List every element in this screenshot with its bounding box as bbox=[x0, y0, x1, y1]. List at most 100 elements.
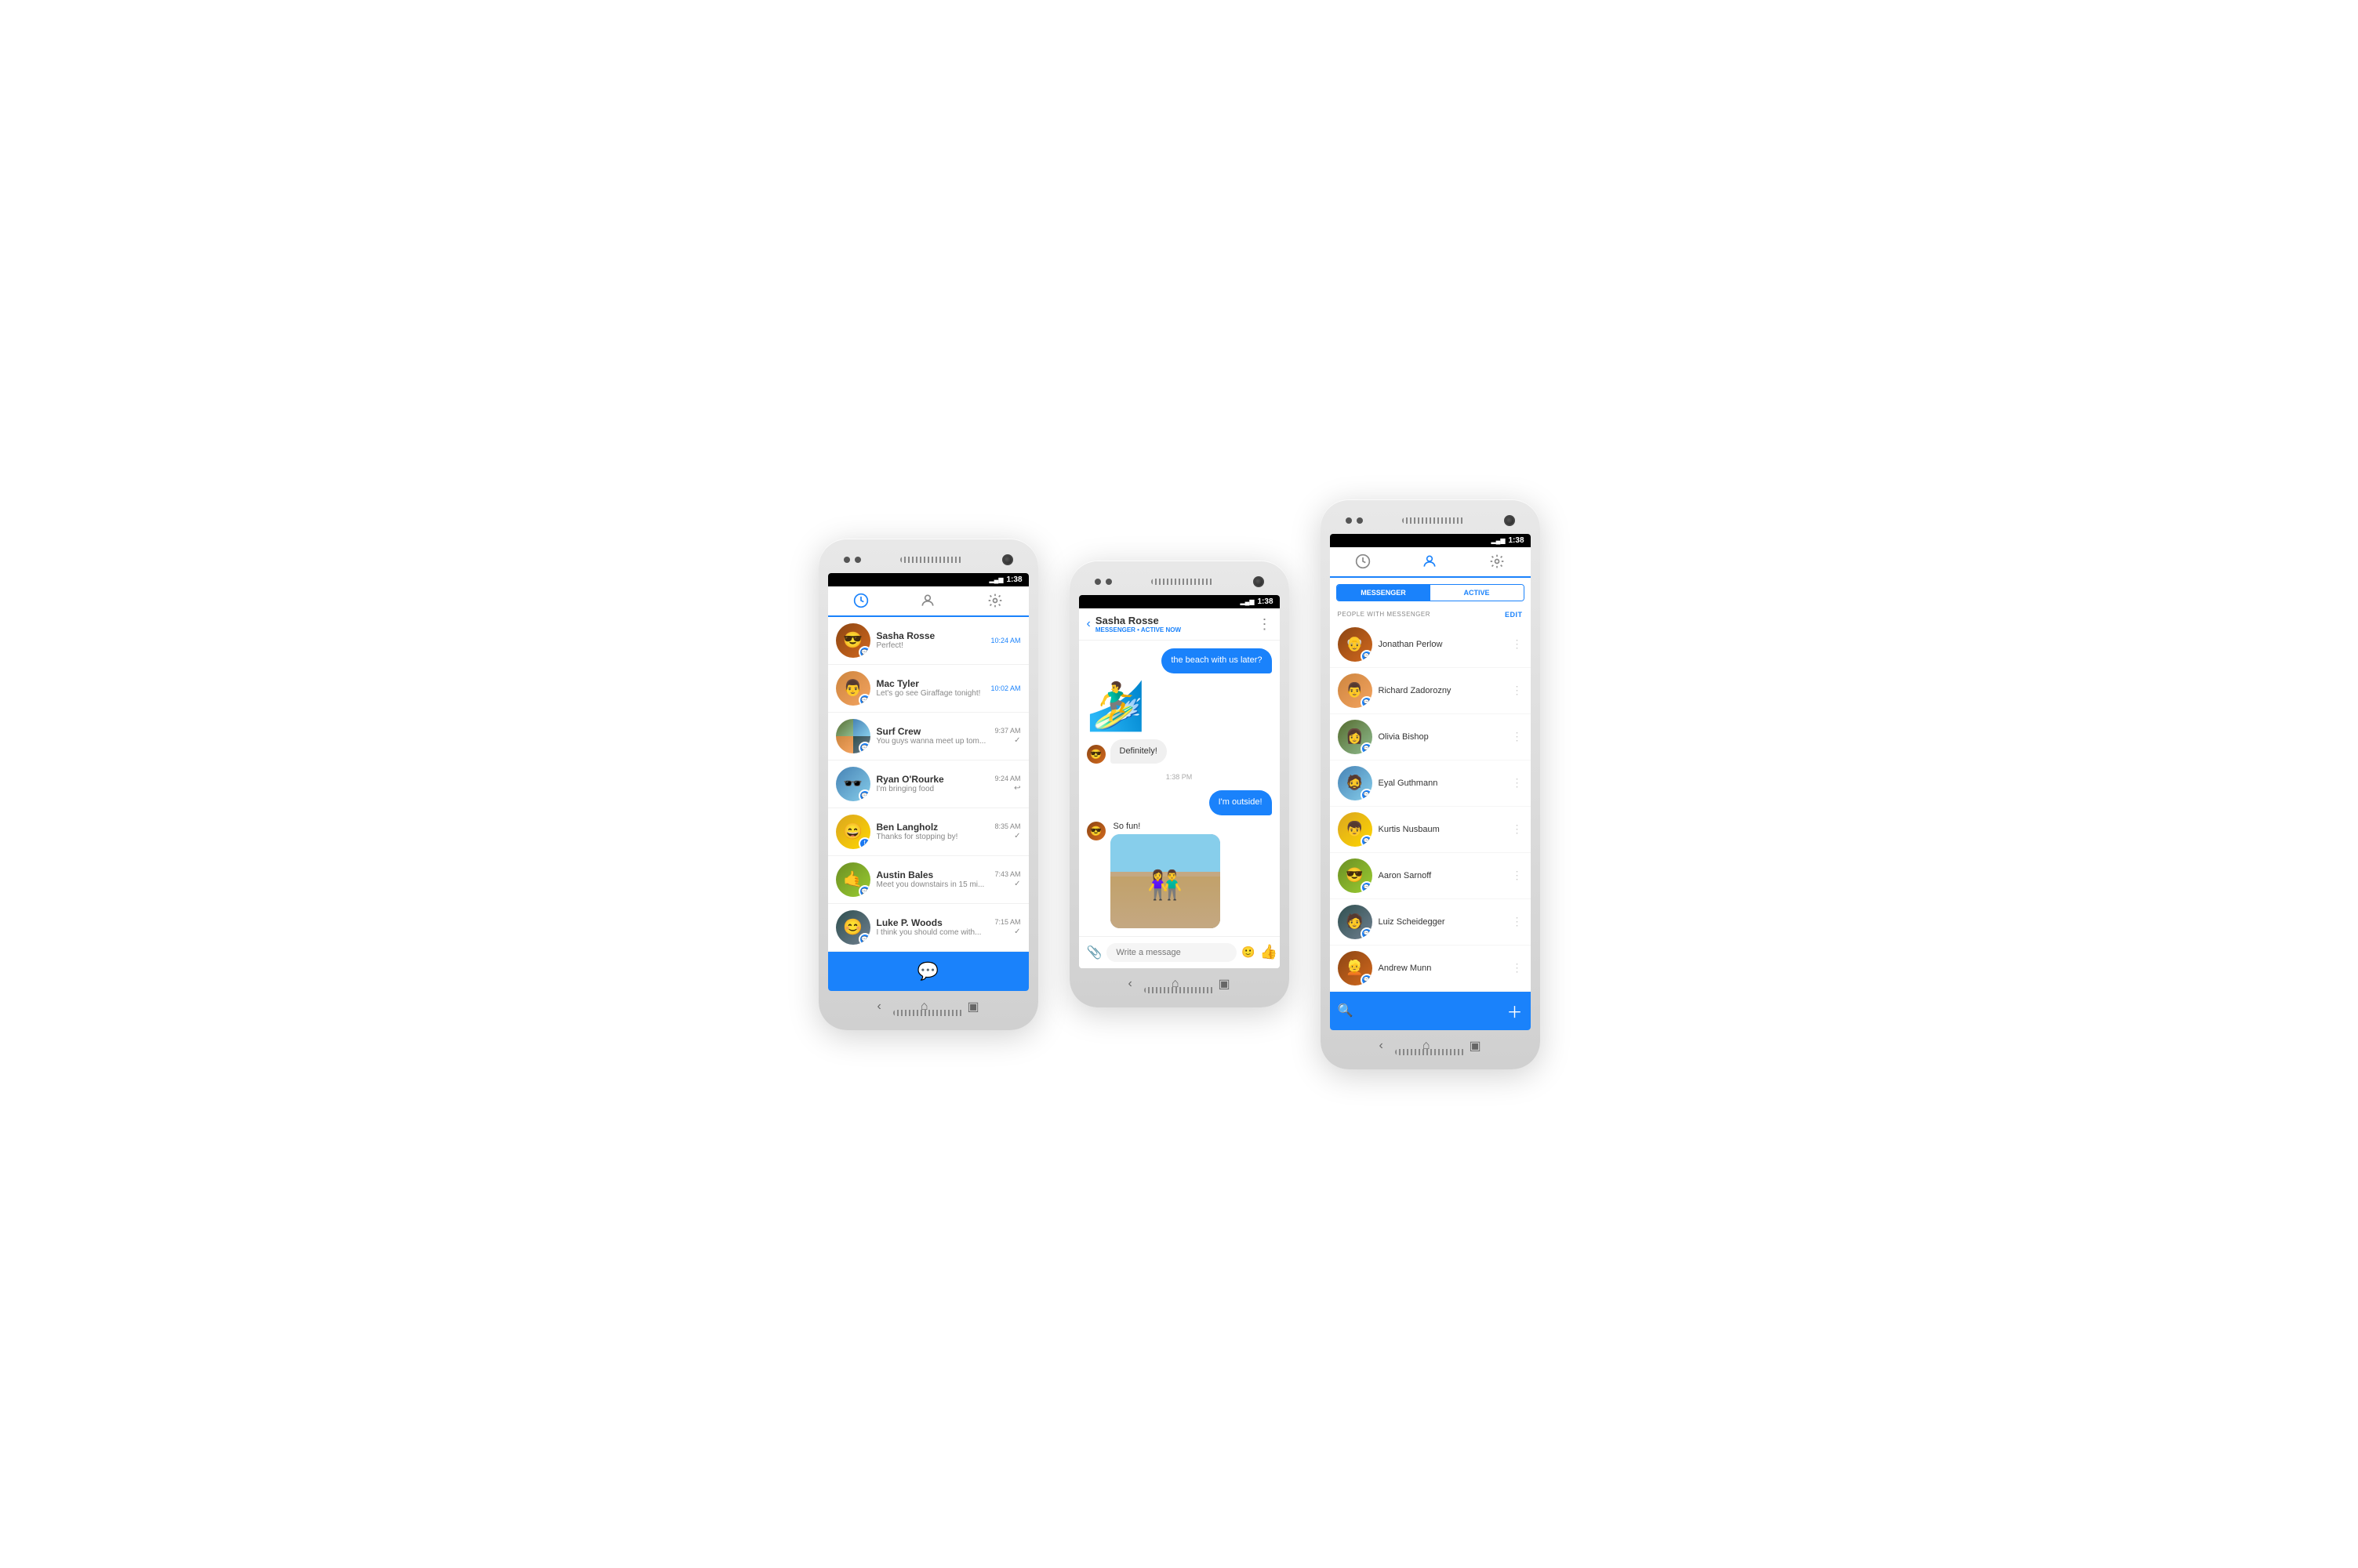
conv-item-mac[interactable]: 👨 💬 Mac Tyler Let's go see Giraffage ton… bbox=[828, 665, 1029, 713]
people-item-aaron[interactable]: 😎 💬 Aaron Sarnoff ⋮ bbox=[1330, 853, 1531, 899]
chat-more-btn[interactable]: ⋮ bbox=[1258, 616, 1272, 633]
people-name-jonathan: Jonathan Perlow bbox=[1379, 640, 1506, 649]
people-tab-contacts[interactable] bbox=[1397, 554, 1463, 578]
more-icon-jonathan[interactable]: ⋮ bbox=[1512, 637, 1523, 651]
conv-name-surf: Surf Crew bbox=[877, 726, 989, 737]
people-tab-recent[interactable] bbox=[1330, 554, 1397, 576]
chat-contact-status: MESSENGER • ACTIVE NOW bbox=[1095, 626, 1181, 633]
back-btn-2[interactable]: ‹ bbox=[1128, 977, 1132, 991]
tab-recent[interactable] bbox=[828, 593, 895, 617]
conv-time-luke: 7:15 AM bbox=[994, 918, 1020, 926]
conv-item-surf[interactable]: 💬 Surf Crew You guys wanna meet up tom..… bbox=[828, 713, 1029, 760]
avatar-andrew: 👱 💬 bbox=[1338, 951, 1372, 985]
conv-meta-ryan: 9:24 AM ↩ bbox=[994, 775, 1020, 793]
badge-ben: f bbox=[859, 837, 870, 849]
msg-beach: the beach with us later? bbox=[1087, 648, 1272, 673]
people-item-luiz[interactable]: 🧑 💬 Luiz Scheidegger ⋮ bbox=[1330, 899, 1531, 946]
badge-olivia: 💬 bbox=[1361, 742, 1372, 754]
people-tab-settings[interactable] bbox=[1463, 554, 1530, 576]
conv-preview-mac: Let's go see Giraffage tonight! bbox=[877, 689, 985, 698]
dot-6 bbox=[1357, 517, 1363, 524]
compose-icon[interactable]: 💬 bbox=[917, 961, 939, 982]
phone-3: ▂▄▆ 1:38 MESSENGER ACTIVE bbox=[1321, 499, 1540, 1069]
bottom-speaker-2 bbox=[1144, 987, 1215, 993]
conv-preview-luke: I think you should come with... bbox=[877, 928, 989, 937]
chat-input-field[interactable] bbox=[1106, 943, 1237, 962]
msg-bubble-beach: the beach with us later? bbox=[1161, 648, 1271, 673]
more-icon-richard[interactable]: ⋮ bbox=[1512, 684, 1523, 697]
more-icon-olivia[interactable]: ⋮ bbox=[1512, 730, 1523, 743]
menu-btn-2[interactable]: ▣ bbox=[1218, 976, 1230, 992]
people-item-kurtis[interactable]: 👦 💬 Kurtis Nusbaum ⋮ bbox=[1330, 807, 1531, 853]
conv-meta-austin: 7:43 AM ✓ bbox=[994, 870, 1020, 888]
menu-btn-1[interactable]: ▣ bbox=[967, 999, 979, 1014]
people-name-olivia: Olivia Bishop bbox=[1379, 732, 1506, 742]
people-item-richard[interactable]: 👨 💬 Richard Zadorozny ⋮ bbox=[1330, 668, 1531, 714]
badge-aaron: 💬 bbox=[1361, 881, 1372, 893]
phone-2-bottom: ‹ ⌂ ▣ bbox=[1079, 968, 1280, 998]
menu-btn-3[interactable]: ▣ bbox=[1469, 1038, 1481, 1054]
back-btn-1[interactable]: ‹ bbox=[877, 1000, 881, 1014]
more-icon-aaron[interactable]: ⋮ bbox=[1512, 869, 1523, 882]
chat-header-left: ‹ Sasha Rosse MESSENGER • ACTIVE NOW bbox=[1087, 615, 1182, 633]
people-section-label: PEOPLE WITH MESSENGER bbox=[1338, 611, 1431, 618]
signal-icon-1: ▂▄▆ bbox=[990, 576, 1004, 583]
people-section-header: PEOPLE WITH MESSENGER EDIT bbox=[1330, 608, 1531, 622]
people-item-eyal[interactable]: 🧔 💬 Eyal Guthmann ⋮ bbox=[1330, 760, 1531, 807]
conv-item-sasha[interactable]: 😎 💬 Sasha Rosse Perfect! 10:24 AM bbox=[828, 617, 1029, 665]
conv-name-luke: Luke P. Woods bbox=[877, 917, 989, 928]
more-icon-kurtis[interactable]: ⋮ bbox=[1512, 822, 1523, 836]
conv-item-ben[interactable]: 😄 f Ben Langholz Thanks for stopping by!… bbox=[828, 808, 1029, 856]
people-info-aaron: Aaron Sarnoff bbox=[1379, 871, 1506, 880]
people-info-eyal: Eyal Guthmann bbox=[1379, 779, 1506, 788]
tab-contacts[interactable] bbox=[895, 593, 961, 615]
phones-container: ▂▄▆ 1:38 😎 💬 bbox=[787, 452, 1571, 1116]
phone-3-screen: ▂▄▆ 1:38 MESSENGER ACTIVE bbox=[1330, 534, 1531, 1030]
avatar-eyal: 🧔 💬 bbox=[1338, 766, 1372, 800]
avatar-olivia: 👩 💬 bbox=[1338, 720, 1372, 754]
msg-bubble-definitely: Definitely! bbox=[1110, 739, 1167, 764]
conv-info-ryan: Ryan O'Rourke I'm bringing food bbox=[877, 774, 989, 793]
badge-sasha: 💬 bbox=[859, 646, 870, 658]
avatar-jonathan: 👴 💬 bbox=[1338, 627, 1372, 662]
like-icon[interactable]: 👍 bbox=[1260, 944, 1277, 960]
more-icon-luiz[interactable]: ⋮ bbox=[1512, 915, 1523, 928]
msg-sticker: 🏄‍♂️ bbox=[1087, 683, 1272, 730]
status-bar-1: ▂▄▆ 1:38 bbox=[828, 573, 1029, 586]
conv-time-mac: 10:02 AM bbox=[990, 684, 1020, 692]
chat-back-btn[interactable]: ‹ bbox=[1087, 617, 1091, 631]
phone-1-bottom: ‹ ⌂ ▣ bbox=[828, 991, 1029, 1021]
people-item-andrew[interactable]: 👱 💬 Andrew Munn ⋮ bbox=[1330, 946, 1531, 992]
phone-1: ▂▄▆ 1:38 😎 💬 bbox=[819, 539, 1038, 1030]
back-btn-3[interactable]: ‹ bbox=[1379, 1039, 1382, 1053]
people-edit-btn[interactable]: EDIT bbox=[1505, 611, 1523, 619]
conv-item-luke[interactable]: 😊 💬 Luke P. Woods I think you should com… bbox=[828, 904, 1029, 952]
attach-icon[interactable]: 📎 bbox=[1087, 945, 1103, 960]
msg-photo: 👫 bbox=[1110, 834, 1220, 928]
conv-item-ryan[interactable]: 🕶️ 💬 Ryan O'Rourke I'm bringing food 9:2… bbox=[828, 760, 1029, 808]
people-item-olivia[interactable]: 👩 💬 Olivia Bishop ⋮ bbox=[1330, 714, 1531, 760]
toggle-messenger[interactable]: MESSENGER bbox=[1337, 585, 1430, 601]
emoji-icon[interactable]: 🙂 bbox=[1241, 946, 1255, 959]
messenger-active-toggle: MESSENGER ACTIVE bbox=[1336, 584, 1524, 601]
conv-info-surf: Surf Crew You guys wanna meet up tom... bbox=[877, 726, 989, 746]
dot-2 bbox=[855, 557, 861, 563]
people-item-jonathan[interactable]: 👴 💬 Jonathan Perlow ⋮ bbox=[1330, 622, 1531, 668]
conv-info-austin: Austin Bales Meet you downstairs in 15 m… bbox=[877, 869, 989, 889]
avatar-ben: 😄 f bbox=[836, 815, 870, 849]
more-icon-andrew[interactable]: ⋮ bbox=[1512, 961, 1523, 975]
conv-preview-ben: Thanks for stopping by! bbox=[877, 833, 989, 841]
toggle-active[interactable]: ACTIVE bbox=[1430, 585, 1524, 601]
tab-settings[interactable] bbox=[961, 593, 1028, 615]
conv-name-sasha: Sasha Rosse bbox=[877, 630, 985, 641]
phone-3-top bbox=[1330, 509, 1531, 534]
msg-avatar-sasha: 😎 bbox=[1087, 745, 1106, 764]
conv-info-sasha: Sasha Rosse Perfect! bbox=[877, 630, 985, 650]
conv-check-luke: ✓ bbox=[1014, 927, 1020, 936]
conv-item-austin[interactable]: 🤙 💬 Austin Bales Meet you downstairs in … bbox=[828, 856, 1029, 904]
surfer-sticker: 🏄‍♂️ bbox=[1087, 680, 1146, 732]
more-icon-eyal[interactable]: ⋮ bbox=[1512, 776, 1523, 789]
phone-3-bottom: ‹ ⌂ ▣ bbox=[1330, 1030, 1531, 1060]
add-contact-icon[interactable]: ＋ bbox=[1507, 1000, 1523, 1022]
search-icon[interactable]: 🔍 bbox=[1338, 1003, 1353, 1018]
